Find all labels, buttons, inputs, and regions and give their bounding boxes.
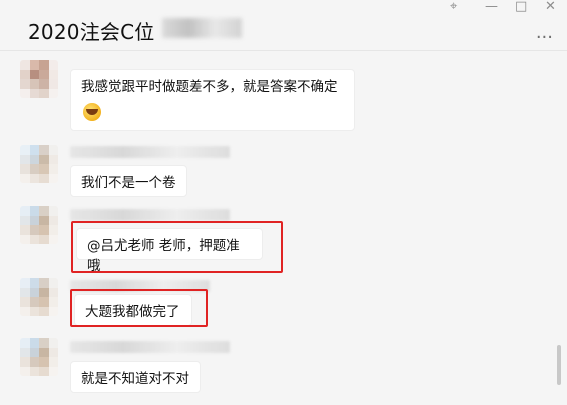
avatar[interactable] xyxy=(20,278,58,316)
avatar[interactable] xyxy=(20,206,58,244)
message-text: 我感觉跟平时做题差不多，就是答案不确定 xyxy=(81,79,338,95)
scrollbar[interactable] xyxy=(557,345,561,385)
chat-header: 2020注会C位 ⌖ — □ ✕ ... xyxy=(0,0,567,50)
blurred-sender-name xyxy=(70,341,230,353)
header-divider xyxy=(0,50,567,51)
maximize-icon[interactable]: □ xyxy=(515,0,527,13)
avatar[interactable] xyxy=(20,338,58,376)
laughing-face-icon xyxy=(83,103,101,121)
pin-icon[interactable]: ⌖ xyxy=(450,0,457,13)
avatar[interactable] xyxy=(20,145,58,183)
message-text: 就是不知道对不对 xyxy=(81,371,189,387)
more-options-icon[interactable]: ... xyxy=(536,22,553,43)
avatar[interactable] xyxy=(20,60,58,98)
close-icon[interactable]: ✕ xyxy=(545,0,556,13)
highlight-box xyxy=(71,221,283,273)
minimize-icon[interactable]: — xyxy=(485,0,498,13)
highlight-box xyxy=(70,289,208,327)
blurred-sender-name xyxy=(70,146,230,158)
message-bubble[interactable]: 我们不是一个卷 xyxy=(70,165,187,197)
blurred-title-suffix xyxy=(162,18,242,38)
message-bubble[interactable]: 就是不知道对不对 xyxy=(70,361,201,393)
message-bubble[interactable]: 我感觉跟平时做题差不多，就是答案不确定 xyxy=(70,69,355,131)
blurred-sender-name xyxy=(70,209,230,221)
message-text: 我们不是一个卷 xyxy=(81,175,176,191)
chat-title: 2020注会C位 xyxy=(28,20,155,44)
